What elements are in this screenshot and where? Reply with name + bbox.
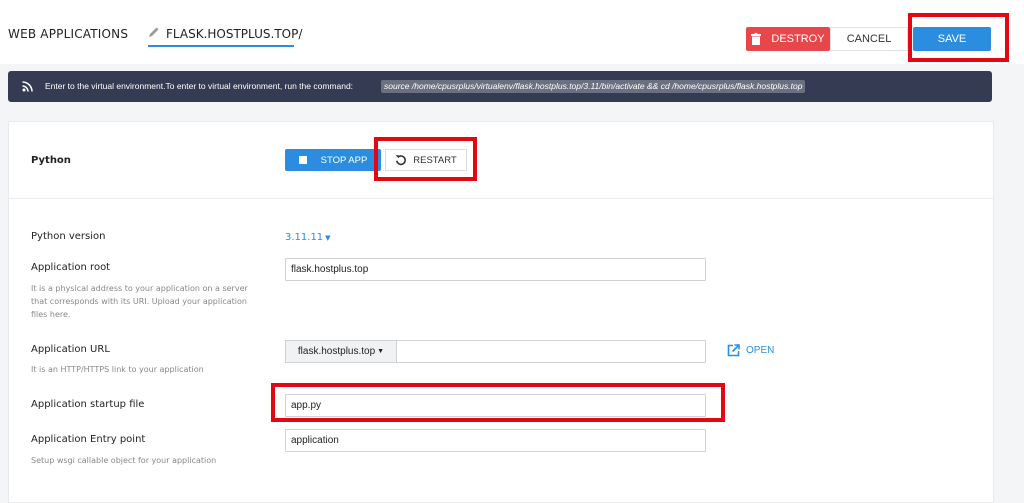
- page-title: WEB APPLICATIONS: [8, 27, 129, 41]
- entry-point-input[interactable]: application: [285, 429, 706, 452]
- app-url-help: It is an HTTP/HTTPS link to your applica…: [31, 365, 204, 374]
- pencil-icon: [149, 27, 159, 37]
- card-divider: [9, 198, 993, 199]
- cancel-label: CANCEL: [846, 33, 892, 45]
- app-url-domain: flask.hostplus.top: [297, 346, 376, 357]
- startup-file-label: Application startup file: [31, 399, 145, 410]
- stop-app-button[interactable]: STOP APP: [285, 149, 381, 171]
- restart-label: RESTART: [413, 154, 457, 166]
- app-root-label: Application root: [31, 262, 111, 273]
- open-label: OPEN: [746, 345, 775, 356]
- app-url-path-input[interactable]: [396, 340, 706, 363]
- stop-app-label: STOP APP: [320, 154, 368, 166]
- terminal-icon: [22, 81, 33, 92]
- python-version-label: Python version: [31, 231, 106, 242]
- entry-point-label: Application Entry point: [31, 434, 146, 445]
- top-bar: WEB APPLICATIONS FLASK.HOSTPLUS.TOP/ DES…: [0, 0, 1024, 64]
- venv-banner: Enter to the virtual environment.To ente…: [8, 71, 992, 102]
- restart-icon: [395, 155, 407, 166]
- banner-command[interactable]: source /home/cpusrplus/virtualenv/flask.…: [381, 80, 806, 93]
- restart-button[interactable]: RESTART: [385, 149, 467, 171]
- save-button[interactable]: SAVE: [913, 27, 991, 51]
- python-version-value: 3.11.11: [285, 232, 324, 243]
- stop-icon: [298, 156, 307, 164]
- caret-down-icon: ▼: [325, 234, 331, 242]
- app-root-input[interactable]: flask.hostplus.top: [285, 258, 706, 281]
- trash-icon: [751, 33, 762, 45]
- breadcrumb[interactable]: FLASK.HOSTPLUS.TOP/: [166, 27, 302, 41]
- app-root-help: It is a physical address to your applica…: [31, 284, 248, 319]
- save-label: SAVE: [937, 33, 967, 45]
- python-version-select[interactable]: 3.11.11 ▼: [285, 232, 331, 243]
- destroy-label: DESTROY: [771, 33, 825, 45]
- destroy-button[interactable]: DESTROY: [746, 27, 830, 51]
- app-settings-card: Python STOP APP RESTART Python version 3…: [8, 121, 994, 503]
- startup-file-input[interactable]: app.py: [285, 394, 706, 417]
- banner-text: Enter to the virtual environment.To ente…: [45, 81, 354, 91]
- entry-point-help: Setup wsgi callable object for your appl…: [31, 456, 217, 465]
- caret-down-icon: ▼: [377, 348, 385, 355]
- app-url-domain-select[interactable]: flask.hostplus.top ▼: [285, 340, 397, 363]
- open-link[interactable]: OPEN: [727, 344, 774, 357]
- app-url-label: Application URL: [31, 344, 110, 355]
- section-title: Python: [31, 155, 71, 166]
- cancel-button[interactable]: CANCEL: [830, 27, 908, 51]
- breadcrumb-underline: [148, 45, 294, 47]
- external-link-icon: [727, 344, 740, 357]
